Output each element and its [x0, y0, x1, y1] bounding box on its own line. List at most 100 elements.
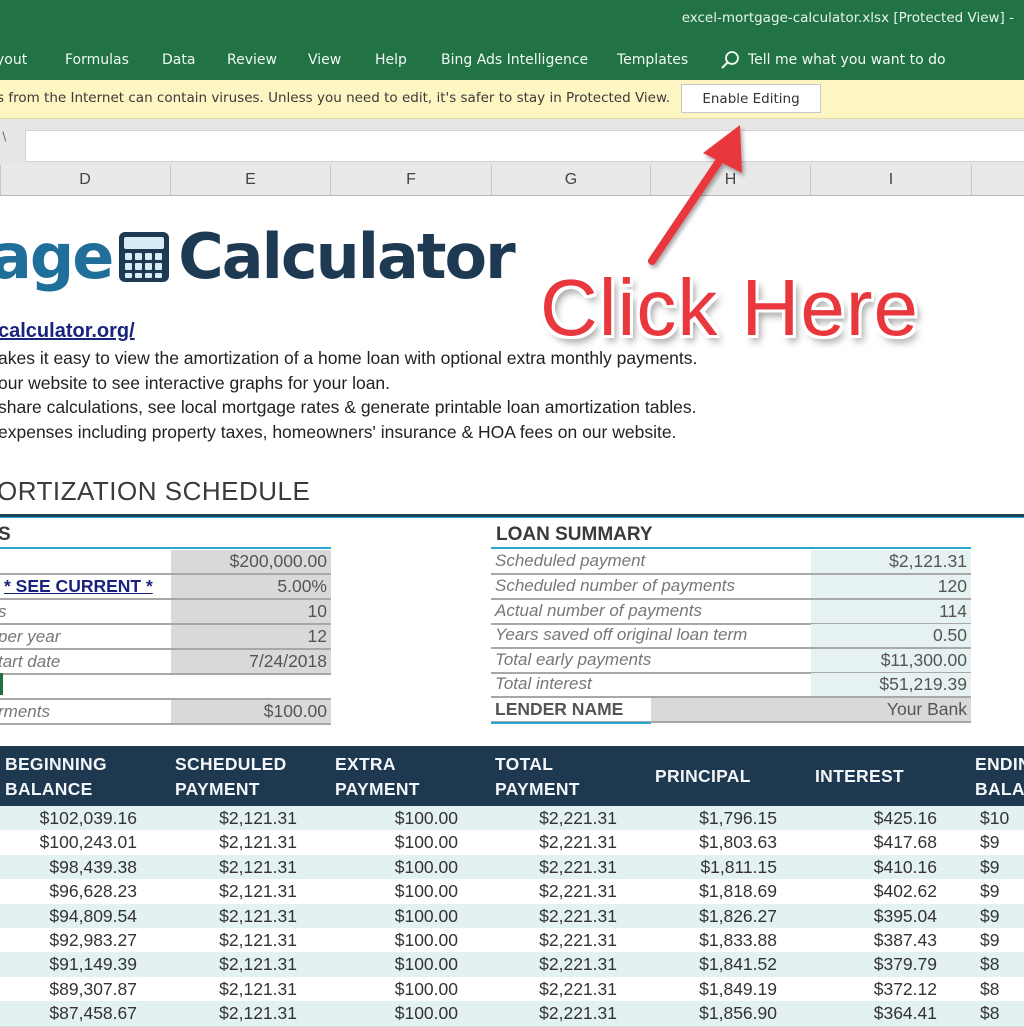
cell-total-payment[interactable]: $2,221.31	[539, 952, 617, 976]
tab-bing-ads[interactable]: Bing Ads Intelligence	[441, 52, 588, 68]
cell-total-payment[interactable]: $2,221.31	[539, 977, 617, 1001]
cell-beginning-balance[interactable]: $100,243.01	[40, 830, 137, 854]
tab-data[interactable]: Data	[162, 52, 195, 68]
cell-ending-balance[interactable]: $8	[980, 952, 999, 976]
cell-scheduled-payment[interactable]: $2,121.31	[219, 830, 297, 854]
cell-interest[interactable]: $425.16	[874, 806, 937, 830]
fx-icon[interactable]: ∖	[0, 130, 20, 156]
column-header-e[interactable]: E	[171, 165, 331, 195]
tab-help[interactable]: Help	[375, 52, 407, 68]
cell-ending-balance[interactable]: $9	[980, 928, 999, 952]
cell-interest[interactable]: $364.41	[874, 1001, 937, 1025]
tab-page-layout[interactable]: yout	[0, 52, 27, 68]
column-header-d[interactable]: D	[0, 165, 171, 195]
cell-interest[interactable]: $395.04	[874, 904, 937, 928]
cell-scheduled-payment[interactable]: $2,121.31	[219, 855, 297, 879]
cell-extra-payment[interactable]: $100.00	[395, 879, 458, 903]
cell-interest[interactable]: $387.43	[874, 928, 937, 952]
cell-principal[interactable]: $1,833.88	[699, 928, 777, 952]
cell-total-payment[interactable]: $2,221.31	[539, 855, 617, 879]
summary-value: $51,219.39	[811, 673, 971, 696]
cell-beginning-balance[interactable]: $92,983.27	[49, 928, 137, 952]
cell-principal[interactable]: $1,856.90	[699, 1001, 777, 1025]
cell-scheduled-payment[interactable]: $2,121.31	[219, 904, 297, 928]
cell-scheduled-payment[interactable]: $2,121.31	[219, 928, 297, 952]
cell-interest[interactable]: $372.12	[874, 977, 937, 1001]
cell-principal[interactable]: $1,803.63	[699, 830, 777, 854]
cell-ending-balance[interactable]: $9	[980, 855, 999, 879]
cell-total-payment[interactable]: $2,221.31	[539, 904, 617, 928]
interest-rate-value[interactable]: 5.00%	[171, 575, 331, 598]
cell-ending-balance[interactable]: $9	[980, 830, 999, 854]
column-header-i[interactable]: I	[811, 165, 972, 195]
cell-ending-balance[interactable]: $8	[980, 1001, 999, 1025]
summary-label: Scheduled payment	[495, 551, 646, 570]
summary-value: 0.50	[811, 624, 971, 647]
see-current-rates-link[interactable]: * SEE CURRENT *	[4, 576, 153, 597]
cell-ending-balance[interactable]: $9	[980, 879, 999, 903]
loan-amount-value[interactable]: $200,000.00	[171, 550, 331, 573]
cell-scheduled-payment[interactable]: $2,121.31	[219, 1001, 297, 1025]
cell-beginning-balance[interactable]: $96,628.23	[49, 879, 137, 903]
cell-extra-payment[interactable]: $100.00	[395, 952, 458, 976]
cell-extra-payment[interactable]: $100.00	[395, 830, 458, 854]
start-date-value[interactable]: 7/24/2018	[171, 650, 331, 673]
cell-principal[interactable]: $1,796.15	[699, 806, 777, 830]
loan-input-row: tart date 7/24/2018	[0, 650, 331, 675]
tab-view[interactable]: View	[308, 52, 341, 68]
logo: age Calculator	[0, 220, 516, 293]
cell-scheduled-payment[interactable]: $2,121.31	[219, 879, 297, 903]
payments-per-year-value[interactable]: 12	[171, 625, 331, 648]
cell-beginning-balance[interactable]: $87,458.67	[49, 1001, 137, 1025]
cell-total-payment[interactable]: $2,221.31	[539, 928, 617, 952]
cell-beginning-balance[interactable]: $102,039.16	[40, 806, 137, 830]
cell-total-payment[interactable]: $2,221.31	[539, 830, 617, 854]
tab-review[interactable]: Review	[227, 52, 277, 68]
formula-input[interactable]	[25, 130, 1024, 162]
website-link[interactable]: calculator.org/	[0, 320, 135, 343]
cell-extra-payment[interactable]: $100.00	[395, 928, 458, 952]
cell-interest[interactable]: $417.68	[874, 830, 937, 854]
enable-editing-button[interactable]: Enable Editing	[681, 84, 821, 113]
cell-ending-balance[interactable]: $10	[980, 806, 1009, 830]
cell-extra-payment[interactable]: $100.00	[395, 977, 458, 1001]
summary-label: Actual number of payments	[495, 601, 702, 620]
header-scheduled-payment: SCHEDULED PAYMENT	[175, 754, 287, 799]
cell-scheduled-payment[interactable]: $2,121.31	[219, 952, 297, 976]
cell-principal[interactable]: $1,826.27	[699, 904, 777, 928]
extra-payment-value[interactable]: $100.00	[171, 700, 331, 723]
tab-templates[interactable]: Templates	[617, 52, 688, 68]
lender-name-value[interactable]: Your Bank	[651, 698, 971, 721]
cell-extra-payment[interactable]: $100.00	[395, 806, 458, 830]
cell-principal[interactable]: $1,811.15	[700, 855, 777, 879]
cell-extra-payment[interactable]: $100.00	[395, 1001, 458, 1025]
cell-scheduled-payment[interactable]: $2,121.31	[219, 977, 297, 1001]
cell-principal[interactable]: $1,841.52	[699, 952, 777, 976]
cell-interest[interactable]: $402.62	[874, 879, 937, 903]
loan-years-value[interactable]: 10	[171, 600, 331, 623]
tell-me-search[interactable]: Tell me what you want to do	[720, 50, 946, 70]
cell-extra-payment[interactable]: $100.00	[395, 855, 458, 879]
cell-principal[interactable]: $1,849.19	[699, 977, 777, 1001]
logo-text-calculator: Calculator	[178, 220, 515, 293]
cell-beginning-balance[interactable]: $98,439.38	[49, 855, 137, 879]
cell-interest[interactable]: $410.16	[874, 855, 937, 879]
header-principal: PRINCIPAL	[655, 766, 751, 786]
cell-interest[interactable]: $379.79	[874, 952, 937, 976]
cell-beginning-balance[interactable]: $91,149.39	[49, 952, 137, 976]
cell-total-payment[interactable]: $2,221.31	[539, 806, 617, 830]
cell-ending-balance[interactable]: $9	[980, 904, 999, 928]
cell-principal[interactable]: $1,818.69	[699, 879, 777, 903]
cell-ending-balance[interactable]: $8	[980, 977, 999, 1001]
cell-scheduled-payment[interactable]: $2,121.31	[219, 806, 297, 830]
tab-formulas[interactable]: Formulas	[65, 52, 129, 68]
summary-row: Scheduled number of payments 120	[491, 575, 971, 600]
cell-beginning-balance[interactable]: $89,307.87	[49, 977, 137, 1001]
loan-input-row: s 10	[0, 600, 331, 625]
cell-total-payment[interactable]: $2,221.31	[539, 879, 617, 903]
column-header-f[interactable]: F	[331, 165, 492, 195]
cell-beginning-balance[interactable]: $94,809.54	[49, 904, 137, 928]
cell-total-payment[interactable]: $2,221.31	[539, 1001, 617, 1025]
header-interest: INTEREST	[815, 766, 904, 786]
cell-extra-payment[interactable]: $100.00	[395, 904, 458, 928]
